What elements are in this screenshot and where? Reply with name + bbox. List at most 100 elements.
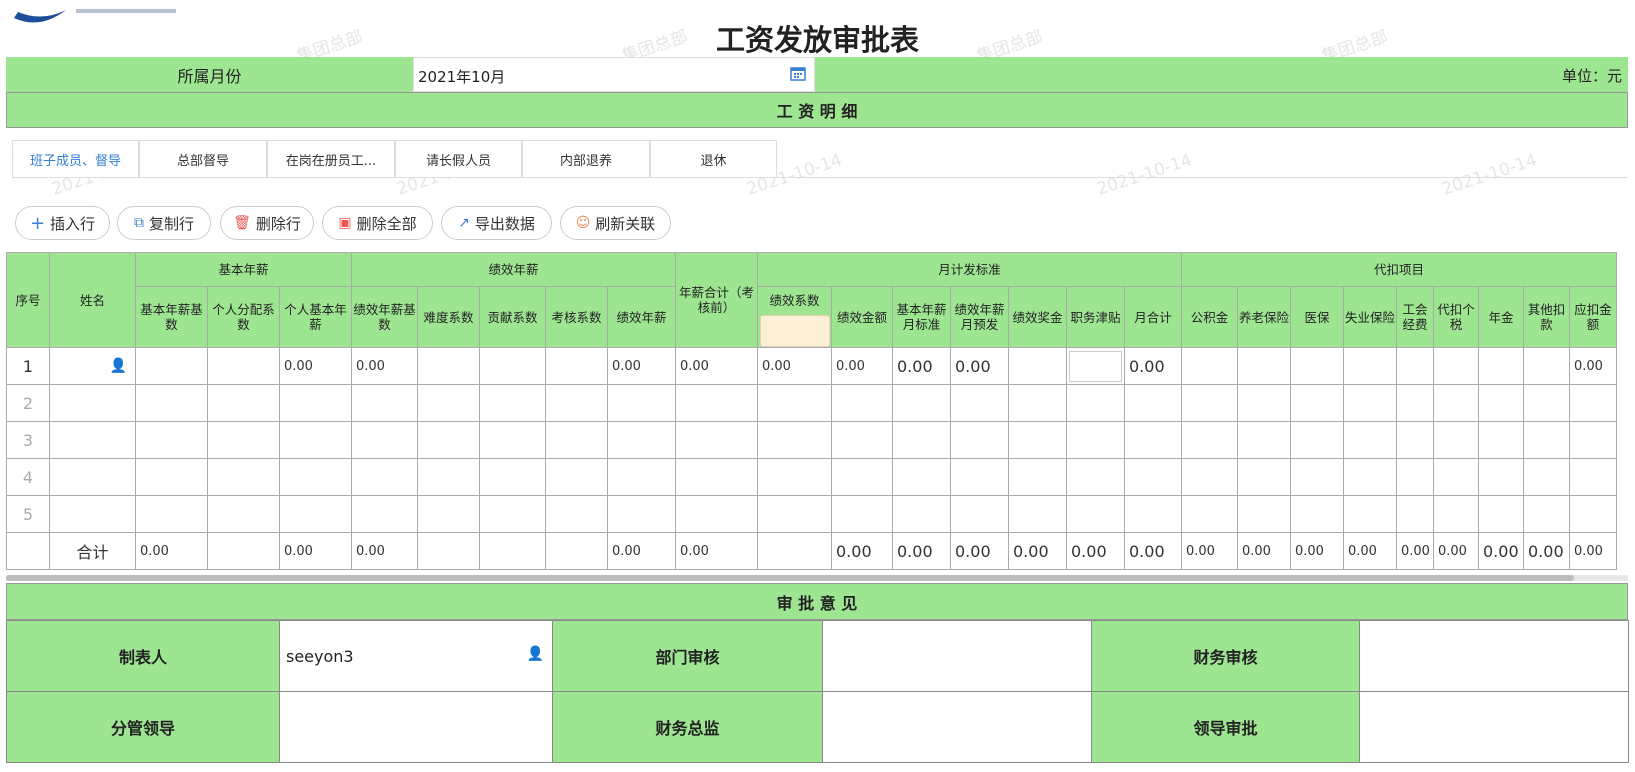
- finance-review-label: 财务审核: [1091, 620, 1360, 692]
- header-total-before: 年薪合计（考核前）: [675, 252, 758, 348]
- cell[interactable]: [135, 347, 208, 385]
- total-cell: 0.00: [279, 532, 352, 570]
- cell[interactable]: 0.00: [675, 347, 758, 385]
- cell[interactable]: 0.00: [607, 347, 676, 385]
- person-picker-icon[interactable]: 👤: [110, 358, 127, 374]
- col-header: 基本年薪基数: [135, 286, 208, 348]
- copy-icon: ⧉: [133, 215, 144, 231]
- tab-leaders[interactable]: 班子成员、督导: [12, 140, 139, 178]
- delete-all-button[interactable]: ▣ 删除全部: [322, 206, 433, 240]
- leader-field[interactable]: [279, 691, 553, 763]
- copy-row-button[interactable]: ⧉ 复制行: [117, 206, 211, 240]
- allowance-input-cell[interactable]: [1066, 347, 1125, 385]
- col-header: 代扣个税: [1433, 286, 1479, 348]
- cell[interactable]: 0.00: [892, 347, 951, 385]
- month-label: 所属月份: [6, 57, 413, 92]
- watermark: 2021-10-14: [1094, 150, 1195, 200]
- cell[interactable]: 0.00: [757, 347, 832, 385]
- cell[interactable]: 0.00: [351, 347, 418, 385]
- month-input[interactable]: 2021年10月: [413, 57, 815, 92]
- cell[interactable]: [1433, 347, 1479, 385]
- table-row[interactable]: 2: [6, 384, 1617, 422]
- cell[interactable]: [1343, 347, 1397, 385]
- cell[interactable]: 0.00: [831, 347, 893, 385]
- col-header: 月合计: [1124, 286, 1182, 348]
- cell[interactable]: [1008, 347, 1067, 385]
- total-cell: 0.00: [950, 532, 1009, 570]
- table-row[interactable]: 3: [6, 421, 1617, 459]
- cell[interactable]: 0.00: [950, 347, 1009, 385]
- total-cell: [207, 532, 280, 570]
- col-header: 个人分配系数: [207, 286, 280, 348]
- table-row[interactable]: 1 👤 0.00 0.00 0.00 0.00 0.00 0.00 0.00 0…: [6, 347, 1617, 385]
- total-cell: 0.00: [1066, 532, 1125, 570]
- maker-field[interactable]: seeyon3 👤: [279, 620, 553, 692]
- leader-label: 分管领导: [6, 691, 280, 763]
- cell[interactable]: 0.00: [279, 347, 352, 385]
- finance-review-field[interactable]: [1359, 620, 1629, 692]
- col-header: 职务津贴: [1066, 286, 1125, 348]
- header-group-basic: 基本年薪: [135, 252, 352, 287]
- cell[interactable]: [1523, 347, 1570, 385]
- total-row: 合计 0.00 0.00 0.00 0.00 0.00 0.00 0.00 0.…: [6, 532, 1617, 570]
- cell[interactable]: [1478, 347, 1524, 385]
- horizontal-scrollbar[interactable]: [6, 575, 1628, 581]
- total-cell: 0.00: [135, 532, 208, 570]
- perf-coef-input[interactable]: [759, 315, 830, 347]
- total-cell: [479, 532, 546, 570]
- col-header: 绩效年薪月预发: [950, 286, 1009, 348]
- watermark: 2021-10-14: [1439, 150, 1540, 200]
- month-value: 2021年10月: [418, 68, 506, 86]
- refresh-link-button[interactable]: ☺ 刷新关联: [560, 206, 671, 240]
- table-row[interactable]: 4: [6, 458, 1617, 496]
- person-picker-icon[interactable]: 👤: [527, 646, 544, 662]
- cell[interactable]: [1396, 347, 1434, 385]
- col-header: 医保: [1290, 286, 1344, 348]
- page-title: 工资发放审批表: [715, 23, 919, 57]
- export-data-button[interactable]: ↗ 导出数据: [441, 206, 552, 240]
- cell[interactable]: [1237, 347, 1291, 385]
- tab-hq-supervisors[interactable]: 总部督导: [139, 140, 267, 178]
- total-cell: 0.00: [1569, 532, 1617, 570]
- salary-table: 序号 姓名 基本年薪 绩效年薪 年薪合计（考核前） 月计发标准 代扣项目 基本年…: [6, 252, 1617, 570]
- scrollbar-thumb[interactable]: [6, 575, 1574, 581]
- name-cell[interactable]: 👤: [49, 347, 136, 385]
- export-icon: ↗: [458, 215, 470, 231]
- cell[interactable]: 0.00: [1569, 347, 1617, 385]
- allowance-input[interactable]: [1069, 350, 1122, 382]
- tab-long-leave[interactable]: 请长假人员: [395, 140, 522, 178]
- refresh-icon: ☺: [575, 215, 591, 231]
- export-data-label: 导出数据: [474, 214, 535, 233]
- cell[interactable]: 0.00: [1124, 347, 1182, 385]
- col-header: 难度系数: [417, 286, 480, 348]
- cell[interactable]: [545, 347, 608, 385]
- cell[interactable]: [417, 347, 480, 385]
- total-cell: 0.00: [1181, 532, 1238, 570]
- col-header: 个人基本年薪: [279, 286, 352, 348]
- col-header-perf-coef: 绩效系数: [757, 286, 832, 348]
- cell[interactable]: [207, 347, 280, 385]
- total-cell: 0.00: [675, 532, 758, 570]
- boss-approval-field[interactable]: [1359, 691, 1629, 763]
- table-row[interactable]: 5: [6, 495, 1617, 533]
- calendar-icon[interactable]: [790, 65, 806, 85]
- dept-review-field[interactable]: [822, 620, 1092, 692]
- delete-all-label: 删除全部: [356, 214, 417, 233]
- col-header: 工会经费: [1396, 286, 1434, 348]
- delete-row-label: 删除行: [255, 214, 301, 233]
- cell[interactable]: [479, 347, 546, 385]
- tab-active-staff[interactable]: 在岗在册员工...: [267, 140, 395, 178]
- header-group-deduction: 代扣项目: [1181, 252, 1617, 287]
- cell[interactable]: [1290, 347, 1344, 385]
- col-header: 养老保险: [1237, 286, 1291, 348]
- tab-internal-retire[interactable]: 内部退养: [522, 140, 650, 178]
- cfo-field[interactable]: [822, 691, 1092, 763]
- insert-row-button[interactable]: + 插入行: [15, 206, 110, 240]
- total-cell: 0.00: [1124, 532, 1182, 570]
- total-cell: 0.00: [1433, 532, 1479, 570]
- cell[interactable]: [1181, 347, 1238, 385]
- delete-row-button[interactable]: 🗑 删除行: [220, 206, 314, 240]
- tab-underline: [12, 177, 1628, 178]
- row-index: 1: [6, 347, 50, 385]
- tab-retired[interactable]: 退休: [650, 140, 777, 178]
